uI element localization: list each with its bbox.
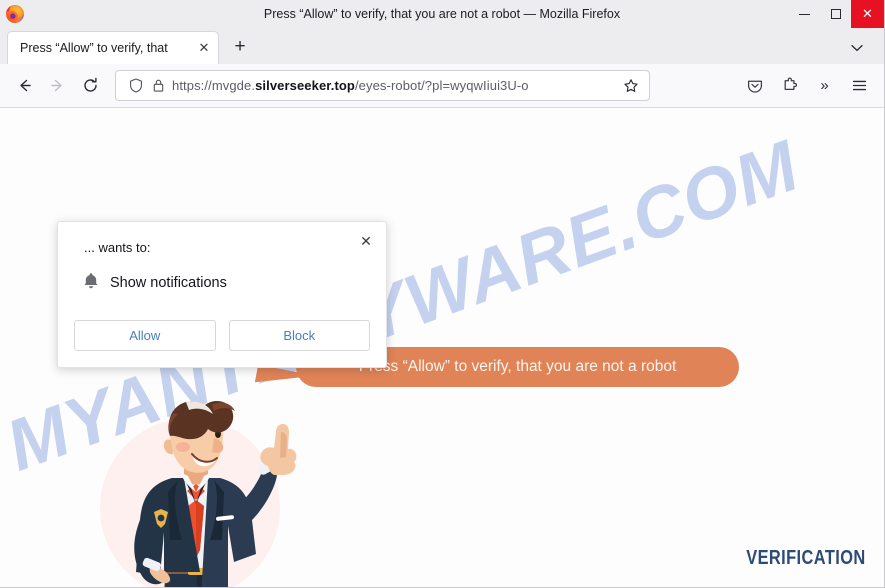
forward-button[interactable] [41,70,74,102]
toolbar-actions: » [738,70,876,102]
businessman-illustration [92,400,308,587]
allow-button[interactable]: Allow [74,320,216,351]
overflow-menu-icon[interactable]: » [808,70,841,102]
url-domain: silverseeker.top [255,78,355,93]
tracking-protection-shield-icon[interactable] [125,78,147,93]
speech-bubble-text: Press “Allow” to verify, that you are no… [358,358,677,375]
permission-row: Show notifications [83,272,370,294]
save-to-pocket-icon[interactable] [738,70,771,102]
url-path: /eyes-robot/?pl=wyqwIiui3U-o [354,78,529,93]
app-menu-icon[interactable] [843,70,876,102]
padlock-icon[interactable] [147,78,169,93]
bell-icon [83,272,99,294]
url-bar[interactable]: https://mvgde.silverseeker.top/eyes-robo… [115,70,650,101]
verification-wordmark: VERIFICATION [746,547,866,569]
extensions-puzzle-icon[interactable] [773,70,806,102]
minimize-icon [799,13,810,15]
block-button[interactable]: Block [228,320,370,351]
back-button[interactable] [8,70,41,102]
list-all-tabs-icon[interactable] [846,37,868,59]
tab-close-icon[interactable]: ✕ [194,38,214,58]
browser-window: Press “Allow” to verify, that you are no… [0,0,885,588]
tab-strip: Press “Allow” to verify, that ✕ + [0,28,884,64]
maximize-button[interactable] [820,0,851,28]
reload-button[interactable] [74,70,107,102]
notification-permission-dialog: ✕ ... wants to: Show notifications Allow… [57,221,387,368]
dialog-origin-text: ... wants to: [84,240,151,255]
window-controls: ✕ [789,0,884,28]
bookmark-star-icon[interactable] [619,78,643,94]
window-title: Press “Allow” to verify, that you are no… [263,7,621,21]
close-window-button[interactable]: ✕ [851,0,884,28]
page-viewport: MYANTISPYWARE.COM Press “Allow” to verif… [0,108,884,587]
navigation-toolbar: https://mvgde.silverseeker.top/eyes-robo… [0,64,884,108]
browser-tab[interactable]: Press “Allow” to verify, that ✕ [7,31,219,64]
permission-label: Show notifications [110,275,227,291]
dialog-buttons: Allow Block [74,320,370,351]
tab-title: Press “Allow” to verify, that [20,41,168,55]
url-scheme: https://mvgde. [172,78,256,93]
firefox-logo-icon [6,5,24,23]
maximize-icon [830,9,841,19]
new-tab-button[interactable]: + [225,32,255,62]
title-bar: Press “Allow” to verify, that you are no… [0,0,884,28]
dialog-close-icon[interactable]: ✕ [355,230,377,252]
minimize-button[interactable] [789,0,820,28]
url-text: https://mvgde.silverseeker.top/eyes-robo… [169,78,619,93]
